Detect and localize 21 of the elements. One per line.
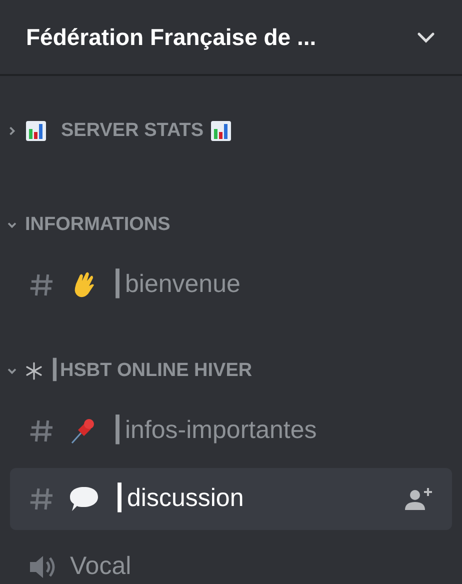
channel-name: Vocal xyxy=(70,551,132,582)
category-name: SERVER STATS xyxy=(61,118,204,143)
channel-item[interactable]: ┃infos-importantes xyxy=(10,400,452,462)
add-member-icon[interactable] xyxy=(404,486,434,512)
category-header[interactable]: SERVER STATS xyxy=(0,116,462,146)
category-name: ┃HSBT ONLINE HIVER xyxy=(49,356,252,384)
channel-item[interactable]: ┃discussion xyxy=(10,468,452,530)
bar-chart-icon xyxy=(25,120,47,142)
speech-bubble-icon xyxy=(68,484,100,514)
channel-name: ┃infos-importantes xyxy=(110,414,317,446)
server-title: Fédération Française de ... xyxy=(26,22,316,52)
bar-chart-icon xyxy=(210,120,232,142)
snowflake-icon xyxy=(25,362,43,380)
channel-name: ┃bienvenue xyxy=(110,268,240,300)
server-header[interactable]: Fédération Française de ... xyxy=(0,0,462,76)
channel-name: ┃discussion xyxy=(112,482,244,514)
channel-item[interactable]: ┃bienvenue xyxy=(10,254,452,316)
category-header[interactable]: INFORMATIONS xyxy=(0,210,462,240)
category-name: INFORMATIONS xyxy=(25,212,170,237)
channel-item[interactable]: Vocal xyxy=(10,536,452,584)
category-header[interactable]: ┃HSBT ONLINE HIVER xyxy=(0,356,462,386)
